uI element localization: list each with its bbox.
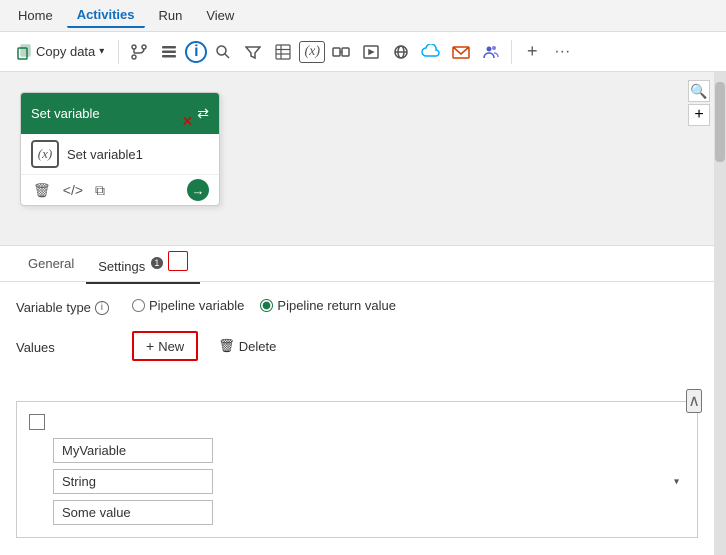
type-select[interactable]: String Integer Boolean Array Object (53, 469, 213, 494)
panel-tabs: General Settings 1 ∧ (0, 246, 714, 282)
values-controls: + New 🗑 Delete (132, 331, 288, 361)
variable-type-label: Variable type i (16, 298, 116, 315)
copy-data-button[interactable]: Copy data ▾ (8, 40, 112, 64)
activity-name: Set variable1 (67, 147, 143, 162)
code-activity-button[interactable]: </> (61, 180, 85, 200)
toolbar: Copy data ▾ i (x) + ··· (0, 32, 726, 72)
list-icon (160, 43, 178, 61)
variable-name-input[interactable] (53, 438, 213, 463)
delete-button[interactable]: 🗑 Delete (206, 333, 288, 359)
panel-content: Variable type i Pipeline variable Pipeli… (0, 282, 714, 393)
mail-icon (452, 44, 470, 60)
copy-activity-button[interactable]: ⧉ (93, 180, 107, 201)
search-icon (215, 44, 231, 60)
pipeline-variable-text: Pipeline variable (149, 298, 244, 313)
teams-icon (482, 44, 500, 60)
variable-type-value: Pipeline variable Pipeline return value (132, 298, 396, 313)
panel-collapse-button[interactable]: ∧ (686, 389, 702, 413)
zoom-plus-button[interactable]: + (688, 104, 710, 126)
activity-scroll-icon[interactable]: ⇄ (197, 105, 209, 122)
pipeline-variable-radio-label[interactable]: Pipeline variable (132, 298, 244, 313)
foreach-icon (332, 43, 350, 61)
variable-type-info-icon[interactable]: i (95, 301, 109, 315)
table-inputs: String Integer Boolean Array Object ▾ (29, 438, 685, 525)
activity-status: ✓ ✕ (182, 99, 194, 128)
variable-type-row: Variable type i Pipeline variable Pipeli… (16, 298, 698, 315)
mail-button[interactable] (447, 38, 475, 66)
bottom-panel: General Settings 1 ∧ Variable type i (0, 245, 714, 555)
globe-icon (393, 44, 409, 60)
table-header-row (29, 414, 685, 430)
status-x-icon: ✕ (182, 114, 194, 128)
value-input[interactable] (53, 500, 213, 525)
filter-icon (245, 44, 261, 60)
globe-button[interactable] (387, 38, 415, 66)
menu-home[interactable]: Home (8, 4, 63, 27)
menu-view[interactable]: View (196, 4, 244, 27)
tab-settings-badge: 1 (151, 257, 163, 269)
type-select-wrap: String Integer Boolean Array Object ▾ (53, 469, 685, 494)
main-area: Set variable ✓ ✕ ⇄ (x) Set variable1 🗑 <… (0, 72, 726, 555)
menu-bar: Home Activities Run View (0, 0, 726, 32)
row-checkbox[interactable] (29, 414, 45, 430)
cloud-icon (421, 44, 441, 60)
table-button[interactable] (269, 38, 297, 66)
canvas[interactable]: Set variable ✓ ✕ ⇄ (x) Set variable1 🗑 <… (0, 72, 726, 555)
status-check-icon: ✓ (182, 99, 194, 113)
cloud-button[interactable] (417, 38, 445, 66)
info-button[interactable]: i (185, 41, 207, 63)
variable-button[interactable]: (x) (299, 41, 325, 63)
variable-activity-icon: (x) (31, 140, 59, 168)
select-arrow-icon: ▾ (674, 476, 679, 487)
teams-button[interactable] (477, 38, 505, 66)
branch-button[interactable] (125, 38, 153, 66)
activity-block: Set variable ✓ ✕ ⇄ (x) Set variable1 🗑 <… (20, 92, 220, 206)
canvas-scrollbar-thumb (715, 82, 725, 162)
table-area: String Integer Boolean Array Object ▾ (16, 401, 698, 538)
delete-activity-button[interactable]: 🗑 (31, 180, 53, 201)
zoom-search-button[interactable]: 🔍 (688, 80, 710, 102)
search-button[interactable] (209, 38, 237, 66)
activity-header: Set variable ✓ ✕ ⇄ (21, 93, 219, 134)
execute-icon (362, 43, 380, 61)
pipeline-return-radio-label[interactable]: Pipeline return value (260, 298, 396, 313)
menu-run[interactable]: Run (149, 4, 193, 27)
pipeline-return-radio[interactable] (260, 299, 273, 312)
arrow-activity-button[interactable]: → (187, 179, 209, 201)
values-label: Values (16, 338, 116, 355)
add-button[interactable]: + (518, 38, 546, 66)
foreach-button[interactable] (327, 38, 355, 66)
trash-icon: 🗑 (218, 338, 235, 354)
branch-icon (130, 43, 148, 61)
activity-toolbar: 🗑 </> ⧉ → (21, 174, 219, 205)
activity-header-controls: ✓ ✕ ⇄ (182, 99, 209, 128)
tab-general[interactable]: General (16, 248, 86, 279)
values-row: Values + New 🗑 Delete (16, 331, 698, 361)
activity-body: (x) Set variable1 (21, 134, 219, 174)
menu-activities[interactable]: Activities (67, 3, 145, 28)
toolbar-separator-2 (511, 40, 512, 64)
list-button[interactable] (155, 38, 183, 66)
plus-icon: + (146, 338, 154, 354)
tab-settings[interactable]: Settings 1 (86, 243, 200, 284)
copy-icon (16, 44, 32, 60)
dropdown-arrow-icon: ▾ (99, 46, 104, 57)
filter-button[interactable] (239, 38, 267, 66)
table-icon (275, 44, 291, 60)
toolbar-separator-1 (118, 40, 119, 64)
pipeline-variable-radio[interactable] (132, 299, 145, 312)
canvas-scrollbar[interactable] (714, 72, 726, 555)
more-button[interactable]: ··· (548, 38, 576, 66)
zoom-controls: 🔍 + (688, 80, 710, 126)
activity-title: Set variable (31, 106, 100, 121)
execute-button[interactable] (357, 38, 385, 66)
pipeline-return-text: Pipeline return value (277, 298, 396, 313)
new-button[interactable]: + New (132, 331, 198, 361)
